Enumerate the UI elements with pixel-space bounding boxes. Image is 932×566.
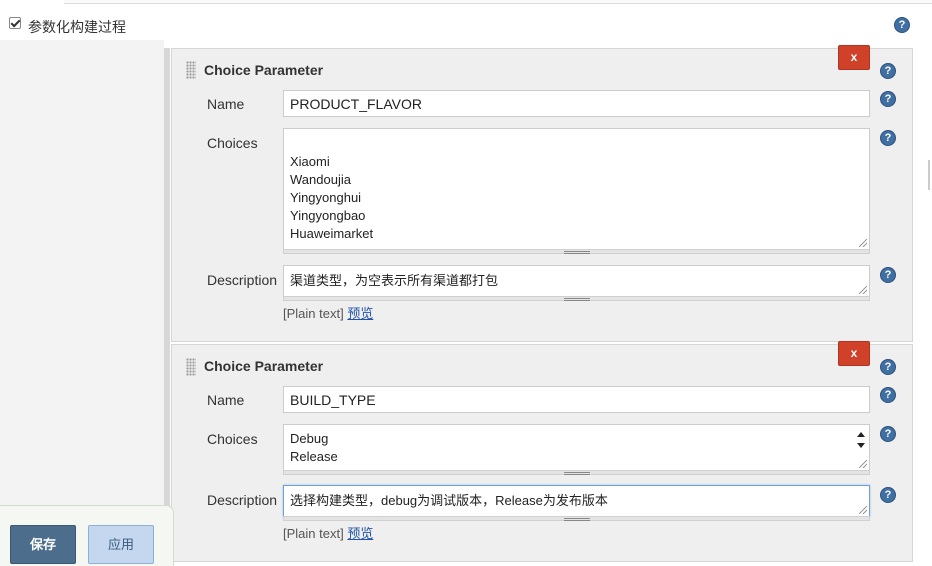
parameter-title: Choice Parameter [204, 358, 324, 374]
description-label: Description [207, 492, 278, 508]
help-icon[interactable]: ? [880, 267, 896, 283]
description-label: Description [207, 272, 278, 288]
help-icon[interactable]: ? [880, 426, 896, 442]
choices-textarea[interactable]: Xiaomi Wandoujia Yingyonghui Yingyongbao… [283, 128, 870, 250]
choice-item: Yingyonghui [290, 190, 362, 205]
choice-item: Xiaomi [290, 154, 330, 169]
textarea-resize-handle[interactable] [283, 296, 870, 301]
help-icon[interactable]: ? [880, 359, 896, 375]
choices-label: Choices [207, 431, 258, 447]
format-hint: [Plain text] 预览 [283, 303, 373, 322]
resize-corner-icon[interactable] [859, 506, 867, 514]
help-icon[interactable]: ? [880, 91, 896, 107]
parameterized-build-label: 参数化构建过程 [28, 19, 126, 35]
right-edge-marker [928, 160, 932, 190]
preview-link[interactable]: 预览 [347, 306, 373, 321]
plain-text-note: [Plain text] [283, 526, 344, 541]
left-panel [0, 40, 164, 566]
choice-item: Yingyongbao [290, 208, 366, 223]
name-input[interactable]: BUILD_TYPE [283, 386, 870, 413]
preview-link[interactable]: 预览 [347, 526, 373, 541]
parameter-title: Choice Parameter [204, 62, 324, 78]
help-icon[interactable]: ? [880, 130, 896, 146]
description-textarea[interactable]: 选择构建类型，debug为调试版本，Release为发布版本 [283, 485, 870, 517]
description-text: 选择构建类型，debug为调试版本，Release为发布版本 [290, 493, 608, 508]
help-icon[interactable]: ? [880, 487, 896, 503]
format-hint: [Plain text] 预览 [283, 523, 373, 542]
resize-corner-icon[interactable] [859, 239, 867, 247]
textarea-resize-handle[interactable] [283, 516, 870, 521]
choice-item: Huaweimarket [290, 226, 374, 241]
choice-item: Release [290, 449, 338, 464]
choices-textarea[interactable]: Debug Release [283, 424, 870, 471]
scroll-down-icon[interactable] [857, 443, 865, 448]
top-divider [64, 0, 932, 4]
resize-corner-icon[interactable] [859, 460, 867, 468]
save-button[interactable]: 保存 [10, 525, 76, 564]
delete-parameter-button[interactable]: x [838, 341, 870, 366]
textarea-resize-handle[interactable] [283, 470, 870, 475]
name-label: Name [207, 392, 245, 408]
description-textarea[interactable]: 渠道类型，为空表示所有渠道都打包 [283, 265, 870, 297]
description-text: 渠道类型，为空表示所有渠道都打包 [290, 273, 499, 288]
choices-label: Choices [207, 135, 258, 151]
help-icon[interactable]: ? [880, 63, 896, 79]
parameterized-build-checkbox[interactable] [9, 17, 21, 29]
scroll-up-icon[interactable] [857, 432, 865, 437]
name-label: Name [207, 96, 245, 112]
drag-handle-icon[interactable] [186, 61, 196, 79]
choice-item: Wandoujia [290, 172, 351, 187]
drag-bar [164, 48, 170, 566]
drag-handle-icon[interactable] [186, 358, 196, 376]
plain-text-note: [Plain text] [283, 306, 344, 321]
delete-parameter-button[interactable]: x [838, 45, 870, 70]
resize-corner-icon[interactable] [859, 286, 867, 294]
choice-item: Debug [290, 431, 329, 446]
name-input[interactable]: PRODUCT_FLAVOR [283, 90, 870, 117]
apply-button[interactable]: 应用 [88, 525, 154, 564]
help-icon[interactable]: ? [880, 387, 896, 403]
help-icon[interactable]: ? [894, 17, 910, 33]
textarea-resize-handle[interactable] [283, 249, 870, 254]
